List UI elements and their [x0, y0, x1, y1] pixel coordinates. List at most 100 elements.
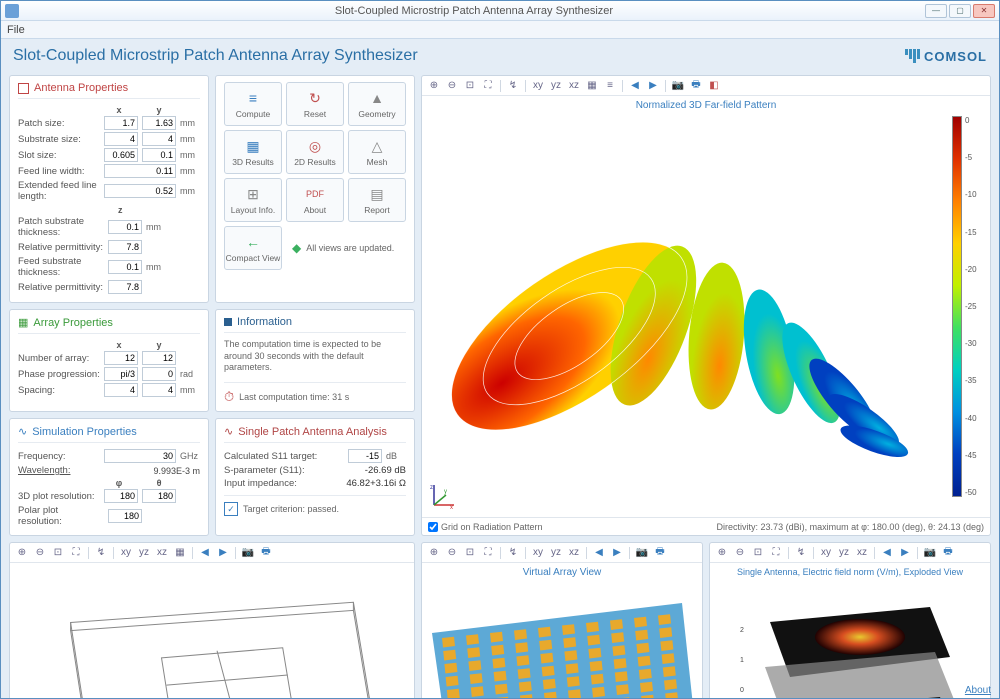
- patch-size-y[interactable]: [142, 116, 176, 130]
- about-button[interactable]: PDFAbout: [286, 178, 344, 222]
- phase-x[interactable]: [104, 367, 138, 381]
- next-icon[interactable]: ▶: [645, 78, 661, 94]
- view-xz-icon[interactable]: xz: [566, 78, 582, 94]
- prev-icon[interactable]: ◀: [627, 78, 643, 94]
- target-pass-text: Target criterion: passed.: [243, 504, 339, 514]
- view-xz-icon[interactable]: xz: [154, 545, 170, 561]
- virtual-array-panel: ⊕⊖⊡⛶↯xyyzxz◀▶📷🖶 Virtual Array View Elect…: [421, 542, 703, 698]
- substrate-size-x[interactable]: [104, 132, 138, 146]
- view-rotate-icon[interactable]: ↯: [793, 545, 809, 561]
- zoom-box-icon[interactable]: ⊡: [462, 78, 478, 94]
- view-xz-icon[interactable]: xz: [566, 545, 582, 561]
- virtual-array-body[interactable]: Virtual Array View: [422, 563, 702, 698]
- feed-sub-thick[interactable]: [108, 260, 142, 274]
- mesh-button[interactable]: △Mesh: [348, 130, 406, 174]
- snapshot-icon[interactable]: 📷: [240, 545, 256, 561]
- patch-size-x[interactable]: [104, 116, 138, 130]
- zoom-in-icon[interactable]: ⊕: [426, 78, 442, 94]
- about-link[interactable]: About: [965, 685, 991, 696]
- rel-perm2[interactable]: [108, 280, 142, 294]
- prev-icon[interactable]: ◀: [879, 545, 895, 561]
- geometry-plot-body[interactable]: [10, 563, 414, 698]
- far-field-plot-body[interactable]: Normalized 3D Far-field Pattern: [422, 96, 990, 517]
- layout-info-button[interactable]: ⊞Layout Info.: [224, 178, 282, 222]
- rel-perm1[interactable]: [108, 240, 142, 254]
- prev-icon[interactable]: ◀: [591, 545, 607, 561]
- zoom-box-icon[interactable]: ⊡: [750, 545, 766, 561]
- next-icon[interactable]: ▶: [215, 545, 231, 561]
- print-icon[interactable]: 🖶: [258, 545, 274, 561]
- view-list-icon[interactable]: ≡: [602, 78, 618, 94]
- plot3d-theta[interactable]: [142, 489, 176, 503]
- frequency-input[interactable]: [104, 449, 176, 463]
- reset-button[interactable]: ↻Reset: [286, 82, 344, 126]
- num-array-y[interactable]: [142, 351, 176, 365]
- report-button[interactable]: ▤Report: [348, 178, 406, 222]
- zoom-box-icon[interactable]: ⊡: [50, 545, 66, 561]
- view-xy-icon[interactable]: xy: [530, 545, 546, 561]
- s11-target-input[interactable]: [348, 449, 382, 463]
- substrate-size-y[interactable]: [142, 132, 176, 146]
- phase-y[interactable]: [142, 367, 176, 381]
- print-icon[interactable]: 🖶: [688, 78, 704, 94]
- view-3d-icon[interactable]: ▦: [584, 78, 600, 94]
- next-icon[interactable]: ▶: [609, 545, 625, 561]
- menu-file[interactable]: File: [7, 24, 25, 36]
- num-array-x[interactable]: [104, 351, 138, 365]
- polar-res[interactable]: [108, 509, 142, 523]
- zoom-extents-icon[interactable]: ⛶: [480, 78, 496, 94]
- minimize-button[interactable]: —: [925, 4, 947, 18]
- geometry-button[interactable]: ▲Geometry: [348, 82, 406, 126]
- spacing-y[interactable]: [142, 383, 176, 397]
- view-3d-icon[interactable]: ▦: [172, 545, 188, 561]
- compact-view-button[interactable]: ←Compact View: [224, 226, 282, 270]
- view-yz-icon[interactable]: yz: [836, 545, 852, 561]
- zoom-extents-icon[interactable]: ⛶: [768, 545, 784, 561]
- ext-feed-len[interactable]: [104, 184, 176, 198]
- prev-icon[interactable]: ◀: [197, 545, 213, 561]
- snapshot-icon[interactable]: 📷: [670, 78, 686, 94]
- geometry-plot-panel: ⊕ ⊖ ⊡ ⛶ ↯ xy yz xz ▦ ◀ ▶ 📷 🖶: [9, 542, 415, 698]
- patch-sub-thick[interactable]: [108, 220, 142, 234]
- export-icon[interactable]: ◧: [706, 78, 722, 94]
- wavelength-link[interactable]: Wavelength:: [18, 465, 104, 476]
- exploded-view-body[interactable]: Single Antenna, Electric field norm (V/m…: [710, 563, 990, 698]
- maximize-button[interactable]: ▢: [949, 4, 971, 18]
- snapshot-icon[interactable]: 📷: [634, 545, 650, 561]
- view-yz-icon[interactable]: yz: [136, 545, 152, 561]
- view-rotate-icon[interactable]: ↯: [93, 545, 109, 561]
- zoom-in-icon[interactable]: ⊕: [14, 545, 30, 561]
- zoom-out-icon[interactable]: ⊖: [444, 545, 460, 561]
- zoom-extents-icon[interactable]: ⛶: [480, 545, 496, 561]
- spacing-x[interactable]: [104, 383, 138, 397]
- next-icon[interactable]: ▶: [897, 545, 913, 561]
- zoom-out-icon[interactable]: ⊖: [444, 78, 460, 94]
- 2d-results-button[interactable]: ◎2D Results: [286, 130, 344, 174]
- slot-size-x[interactable]: [104, 148, 138, 162]
- view-xy-icon[interactable]: xy: [118, 545, 134, 561]
- view-rotate-icon[interactable]: ↯: [505, 545, 521, 561]
- reset-icon: ↻: [306, 89, 324, 107]
- snapshot-icon[interactable]: 📷: [922, 545, 938, 561]
- 3d-results-button[interactable]: ▦3D Results: [224, 130, 282, 174]
- slot-size-y[interactable]: [142, 148, 176, 162]
- zoom-out-icon[interactable]: ⊖: [732, 545, 748, 561]
- zoom-extents-icon[interactable]: ⛶: [68, 545, 84, 561]
- feed-line-width[interactable]: [104, 164, 176, 178]
- zoom-box-icon[interactable]: ⊡: [462, 545, 478, 561]
- close-button[interactable]: ✕: [973, 4, 995, 18]
- view-xy-icon[interactable]: xy: [818, 545, 834, 561]
- view-yz-icon[interactable]: yz: [548, 78, 564, 94]
- zoom-in-icon[interactable]: ⊕: [426, 545, 442, 561]
- zoom-out-icon[interactable]: ⊖: [32, 545, 48, 561]
- view-yz-icon[interactable]: yz: [548, 545, 564, 561]
- plot3d-phi[interactable]: [104, 489, 138, 503]
- zoom-in-icon[interactable]: ⊕: [714, 545, 730, 561]
- compute-button[interactable]: ≡Compute: [224, 82, 282, 126]
- view-xy-icon[interactable]: xy: [530, 78, 546, 94]
- print-icon[interactable]: 🖶: [652, 545, 668, 561]
- view-xz-icon[interactable]: xz: [854, 545, 870, 561]
- view-rotate-icon[interactable]: ↯: [505, 78, 521, 94]
- print-icon[interactable]: 🖶: [940, 545, 956, 561]
- grid-on-radiation-checkbox[interactable]: Grid on Radiation Pattern: [428, 522, 543, 532]
